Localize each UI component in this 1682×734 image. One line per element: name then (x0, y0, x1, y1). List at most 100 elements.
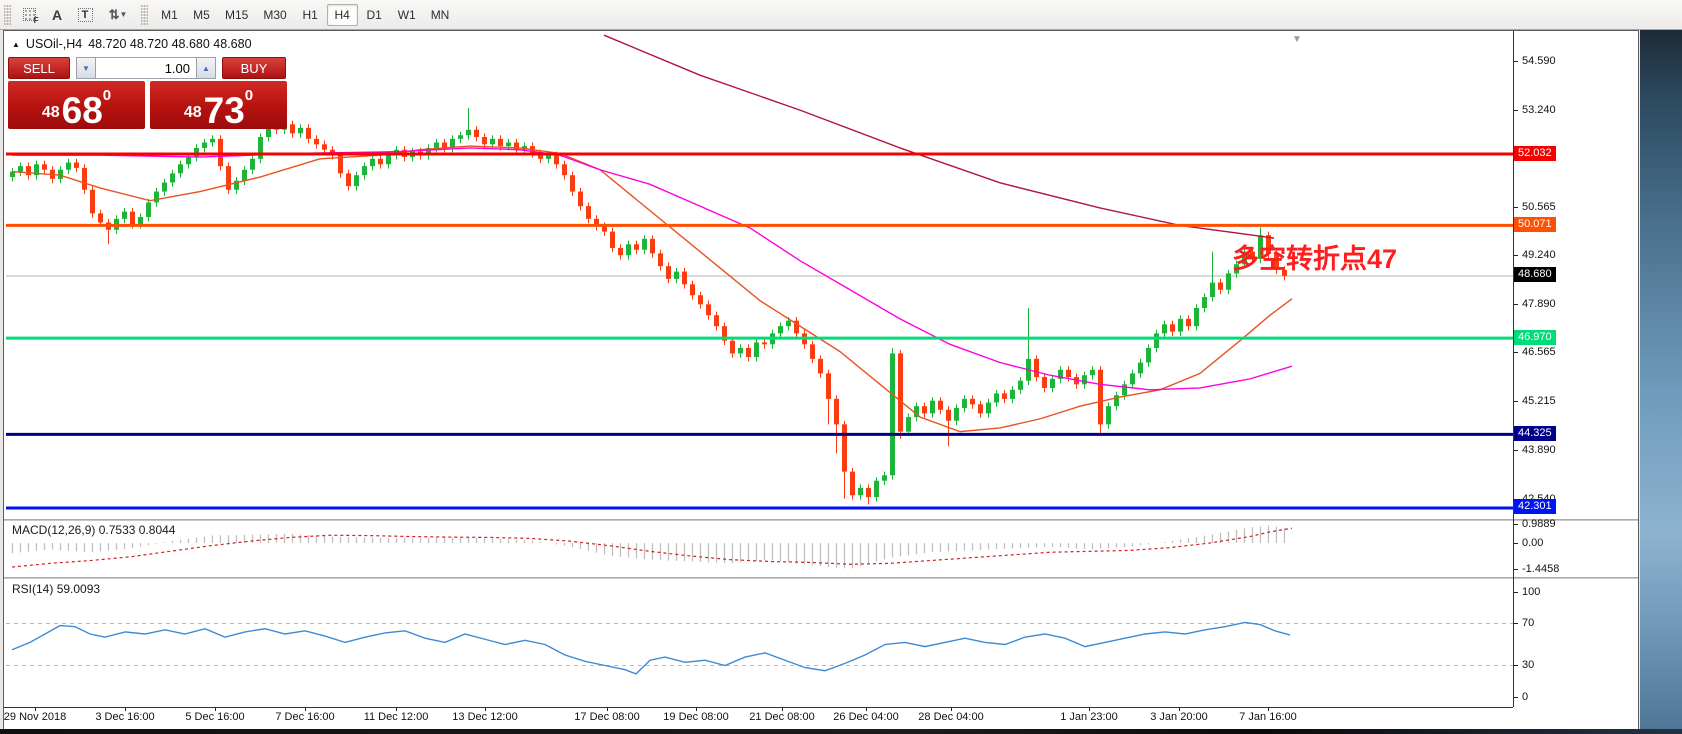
time-axis-label: 1 Jan 23:00 (1060, 711, 1118, 723)
price-axis-label: 50.565 (1522, 201, 1556, 213)
time-axis-label: 29 Nov 2018 (4, 711, 66, 723)
toolbar-grip-2[interactable] (141, 4, 148, 26)
chart-window[interactable]: 54.59053.24051.91550.56549.24047.89046.5… (4, 31, 1638, 729)
axis-tick (1514, 623, 1518, 624)
price-axis-label: 43.890 (1522, 444, 1556, 456)
chart-header: ▲ USOil-,H4 48.720 48.720 48.680 48.680 (12, 37, 252, 51)
toolbar-grip[interactable] (4, 4, 11, 26)
axis-tick (1514, 569, 1518, 570)
timeframe-mn[interactable]: MN (424, 4, 457, 26)
axis-tick (1514, 304, 1518, 305)
macd-plot[interactable] (6, 521, 1513, 577)
time-axis-label: 13 Dec 12:00 (452, 711, 517, 723)
axis-tick (1514, 697, 1518, 698)
buy-button[interactable]: BUY (222, 57, 286, 79)
macd-label: MACD(12,26,9) 0.7533 0.8044 (12, 523, 175, 537)
collapse-panel-icon[interactable]: ▲ (12, 40, 20, 49)
window-bottom-edge (0, 729, 1682, 734)
timeframe-w1[interactable]: W1 (391, 4, 423, 26)
level-price-badge: 42.301 (1514, 499, 1556, 514)
rsi-axis-label: 0 (1522, 691, 1528, 703)
axis-tick (1514, 110, 1518, 111)
time-axis-label: 26 Dec 04:00 (833, 711, 898, 723)
time-axis-label: 3 Jan 20:00 (1150, 711, 1208, 723)
timeframe-bar: M1M5M15M30H1H4D1W1MN (154, 4, 456, 26)
volume-input[interactable] (96, 57, 196, 79)
current-price-badge: 48.680 (1514, 267, 1556, 282)
timeframe-h4[interactable]: H4 (327, 4, 358, 26)
one-click-trading-panel: SELL ▼ ▲ BUY 48 68 0 48 73 0 (8, 57, 288, 129)
macd-axis-label: 0.9889 (1522, 518, 1556, 530)
time-axis-label: 28 Dec 04:00 (918, 711, 983, 723)
rsi-axis-label: 70 (1522, 617, 1534, 629)
sell-price-sup: 0 (103, 87, 111, 104)
buy-price-big: 73 (204, 95, 245, 126)
toolbar: F A T ⇅ ▼ M1M5M15M30H1H4D1W1MN (0, 0, 1682, 30)
time-axis-label: 17 Dec 08:00 (574, 711, 639, 723)
time-axis-label: 3 Dec 16:00 (95, 711, 154, 723)
ohlc-quotes: 48.720 48.720 48.680 48.680 (88, 37, 251, 51)
timeframe-m30[interactable]: M30 (256, 4, 293, 26)
axis-tick (1514, 665, 1518, 666)
price-axis-label: 46.565 (1522, 346, 1556, 358)
time-axis-label: 11 Dec 12:00 (364, 711, 429, 723)
axis-tick (1514, 255, 1518, 256)
grid-tool-button[interactable]: F (15, 3, 43, 27)
time-axis-label: 21 Dec 08:00 (749, 711, 814, 723)
sell-price-button[interactable]: 48 68 0 (8, 81, 145, 129)
macd-values: 0.7533 0.8044 (99, 523, 176, 537)
axis-tick (1514, 401, 1518, 402)
symbol-title: USOil-,H4 (26, 37, 82, 51)
time-axis-label: 19 Dec 08:00 (663, 711, 728, 723)
text-label-button[interactable]: A (43, 3, 71, 27)
sell-button[interactable]: SELL (8, 57, 70, 79)
level-price-badge: 52.032 (1514, 146, 1556, 161)
axis-tick (1514, 61, 1518, 62)
rsi-plot[interactable] (6, 579, 1513, 707)
arrow-objects-button[interactable]: ⇅ ▼ (99, 3, 137, 27)
buy-price-prefix: 48 (184, 104, 202, 122)
axis-tick (1514, 592, 1518, 593)
grid-icon: F (23, 8, 36, 21)
time-axis: 29 Nov 2018 3 Dec 16:00 5 Dec 16:00 7 Dec 1… (4, 708, 1513, 728)
sell-price-prefix: 48 (42, 104, 60, 122)
price-axis-label: 53.240 (1522, 104, 1556, 116)
desktop-background (1640, 30, 1682, 729)
timeframe-h1[interactable]: H1 (295, 4, 326, 26)
chevron-down-icon: ▼ (119, 10, 127, 19)
sell-price-big: 68 (62, 95, 103, 126)
macd-axis-label: 0.00 (1522, 537, 1543, 549)
level-price-badge: 46.970 (1514, 330, 1556, 345)
timeframe-m5[interactable]: M5 (186, 4, 217, 26)
volume-decrease-button[interactable]: ▼ (76, 57, 96, 79)
buy-price-sup: 0 (245, 87, 253, 104)
axis-tick (1514, 352, 1518, 353)
buy-price-button[interactable]: 48 73 0 (150, 81, 287, 129)
textbox-icon: T (78, 8, 93, 22)
price-axis-label: 45.215 (1522, 395, 1556, 407)
axis-tick (1514, 207, 1518, 208)
axis-tick (1514, 543, 1518, 544)
volume-increase-button[interactable]: ▲ (196, 57, 216, 79)
price-axis-label: 47.890 (1522, 298, 1556, 310)
axis-tick (1514, 524, 1518, 525)
grid-icon-label: F (34, 16, 39, 25)
chart-annotation-text: 多空转折点47 (1232, 237, 1397, 276)
text-box-button[interactable]: T (71, 3, 99, 27)
level-price-badge: 44.325 (1514, 426, 1556, 441)
timeframe-d1[interactable]: D1 (359, 4, 390, 26)
chart-shift-marker[interactable]: ▼ (1292, 34, 1302, 45)
text-label-icon: A (52, 7, 62, 23)
time-axis-label: 7 Jan 16:00 (1239, 711, 1297, 723)
price-axis: 54.59053.24051.91550.56549.24047.89046.5… (1514, 31, 1638, 728)
timeframe-m1[interactable]: M1 (154, 4, 185, 26)
time-axis-label: 7 Dec 16:00 (275, 711, 334, 723)
rsi-axis-label: 30 (1522, 659, 1534, 671)
timeframe-m15[interactable]: M15 (218, 4, 255, 26)
rsi-label: RSI(14) 59.0093 (12, 582, 100, 596)
time-axis-label: 5 Dec 16:00 (185, 711, 244, 723)
axis-tick (1514, 450, 1518, 451)
macd-axis-label: -1.4458 (1522, 563, 1559, 575)
arrow-objects-icon: ⇅ (109, 7, 118, 23)
price-axis-label: 54.590 (1522, 55, 1556, 67)
